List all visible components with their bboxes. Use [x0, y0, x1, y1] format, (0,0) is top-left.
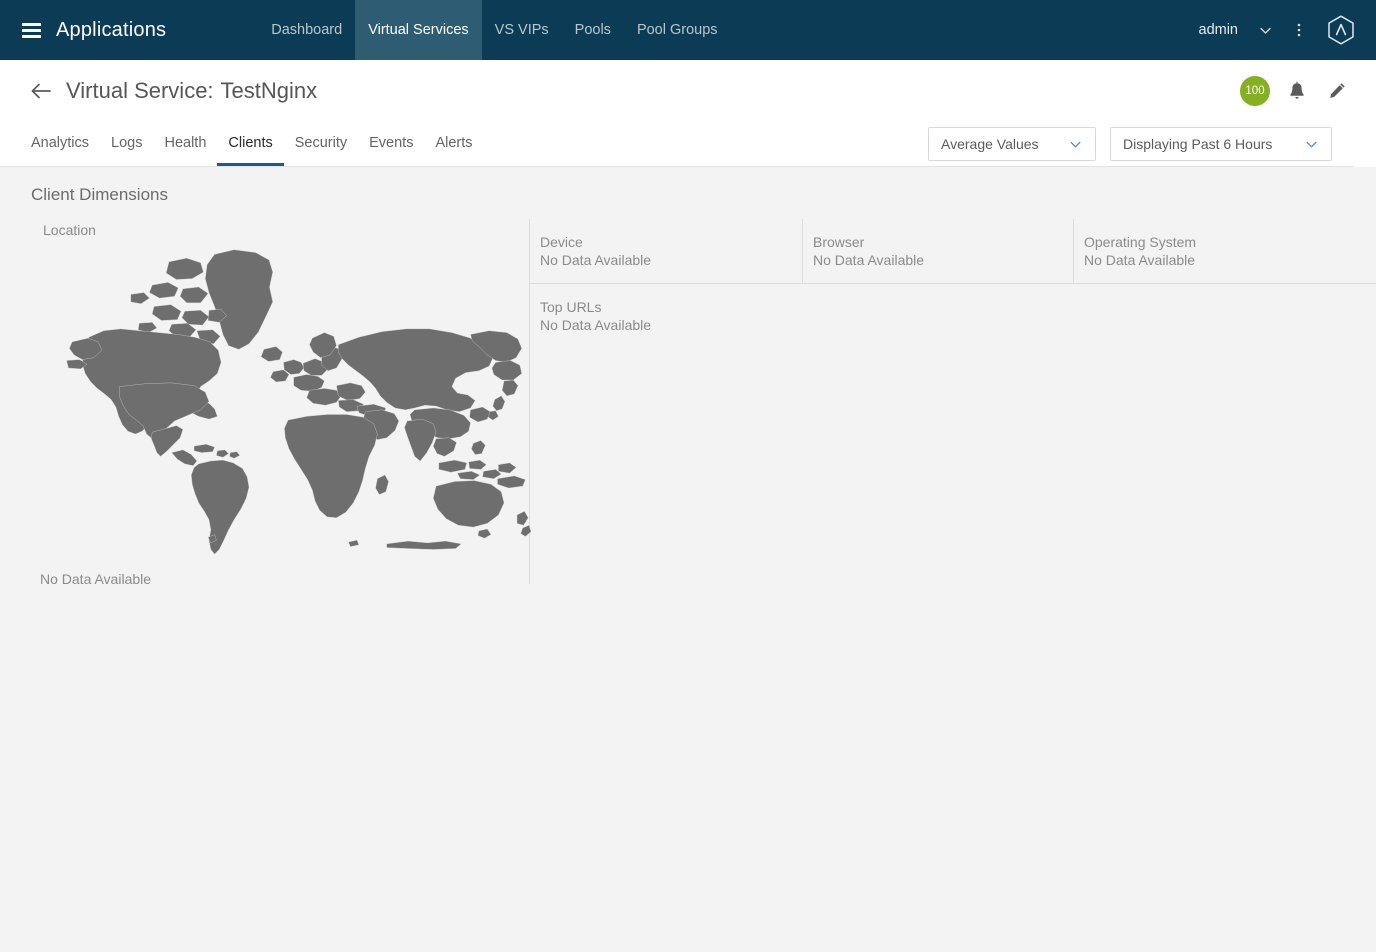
dimension-top-urls-value: No Data Available — [540, 316, 1376, 334]
hamburger-menu-icon[interactable] — [22, 23, 41, 38]
avi-hexagon-logo-icon[interactable] — [1324, 13, 1358, 47]
sub-tabs-bar: Analytics Logs Health Clients Security E… — [0, 122, 1354, 167]
user-menu-chevron-down-icon[interactable] — [1248, 13, 1282, 47]
chevron-down-icon[interactable] — [1290, 137, 1319, 152]
dimension-operating-system-label: Operating System — [1084, 233, 1376, 251]
dimension-device-value: No Data Available — [540, 251, 802, 269]
kebab-menu-icon[interactable] — [1282, 13, 1316, 47]
tab-logs[interactable]: Logs — [100, 122, 153, 166]
nav-item-pools[interactable]: Pools — [562, 0, 624, 60]
tab-security[interactable]: Security — [284, 122, 358, 166]
top-navigation-bar: Applications Dashboard Virtual Services … — [0, 0, 1376, 60]
dimension-operating-system[interactable]: Operating System No Data Available — [1073, 219, 1376, 283]
health-score-badge[interactable]: 100 — [1240, 76, 1270, 106]
page-header-actions: 100 — [1240, 76, 1354, 106]
pencil-edit-icon[interactable] — [1324, 78, 1350, 104]
dimension-panel-row-bottom: Top URLs No Data Available — [530, 284, 1376, 348]
time-range-value: Displaying Past 6 Hours — [1123, 136, 1272, 152]
metric-aggregation-value: Average Values — [941, 136, 1039, 152]
nav-item-vs-vips[interactable]: VS VIPs — [482, 0, 562, 60]
tab-alerts[interactable]: Alerts — [424, 122, 483, 166]
dimension-panel-row-top: Device No Data Available Browser No Data… — [530, 219, 1376, 284]
nav-item-dashboard[interactable]: Dashboard — [258, 0, 355, 60]
brand-title: Applications — [56, 19, 166, 42]
content-area: Client Dimensions Location — [0, 167, 1376, 952]
tab-health[interactable]: Health — [153, 122, 217, 166]
page-title-prefix: Virtual Service: — [66, 78, 214, 103]
metric-aggregation-select[interactable]: Average Values — [928, 127, 1096, 161]
tab-analytics[interactable]: Analytics — [28, 122, 100, 166]
dimension-panels: Device No Data Available Browser No Data… — [530, 219, 1376, 584]
dimension-top-urls[interactable]: Top URLs No Data Available — [530, 284, 1376, 348]
dimension-browser[interactable]: Browser No Data Available — [802, 219, 1073, 283]
sub-tabs: Analytics Logs Health Clients Security E… — [28, 122, 484, 166]
dimension-top-urls-label: Top URLs — [540, 298, 1376, 316]
page-header: Virtual Service:TestNginx 100 Analyt — [0, 60, 1376, 167]
client-dimensions-grid: Location — [0, 219, 1376, 584]
dimension-browser-value: No Data Available — [813, 251, 1073, 269]
brand-menu-button[interactable]: Applications — [0, 0, 166, 60]
nav-item-virtual-services[interactable]: Virtual Services — [355, 0, 481, 60]
dimension-location-label: Location — [43, 222, 529, 238]
section-title-client-dimensions: Client Dimensions — [0, 185, 1376, 205]
location-no-data-label: No Data Available — [40, 571, 151, 587]
world-map[interactable] — [61, 246, 531, 556]
back-arrow-icon[interactable] — [28, 78, 54, 104]
dimension-location: Location — [0, 219, 530, 584]
tab-events[interactable]: Events — [358, 122, 424, 166]
bell-icon[interactable] — [1284, 78, 1310, 104]
analytics-controls: Average Values Displaying Past 6 Hours — [928, 127, 1332, 166]
tab-clients[interactable]: Clients — [217, 122, 283, 166]
nav-item-pool-groups[interactable]: Pool Groups — [624, 0, 731, 60]
user-name-label[interactable]: admin — [1189, 22, 1249, 38]
dimension-device-label: Device — [540, 233, 802, 251]
page-title: Virtual Service: TestNginx — [66, 78, 317, 104]
chevron-down-icon[interactable] — [1054, 137, 1083, 152]
top-nav-right-controls: admin — [1189, 0, 1376, 60]
dimension-device[interactable]: Device No Data Available — [530, 219, 802, 283]
time-range-select[interactable]: Displaying Past 6 Hours — [1110, 127, 1332, 161]
page-title-object-name: TestNginx — [221, 78, 318, 103]
page-header-row: Virtual Service: TestNginx 100 — [0, 60, 1354, 122]
dimension-operating-system-value: No Data Available — [1084, 251, 1376, 269]
dimension-browser-label: Browser — [813, 233, 1073, 251]
world-map-svg — [61, 246, 531, 556]
primary-nav: Dashboard Virtual Services VS VIPs Pools… — [258, 0, 730, 60]
